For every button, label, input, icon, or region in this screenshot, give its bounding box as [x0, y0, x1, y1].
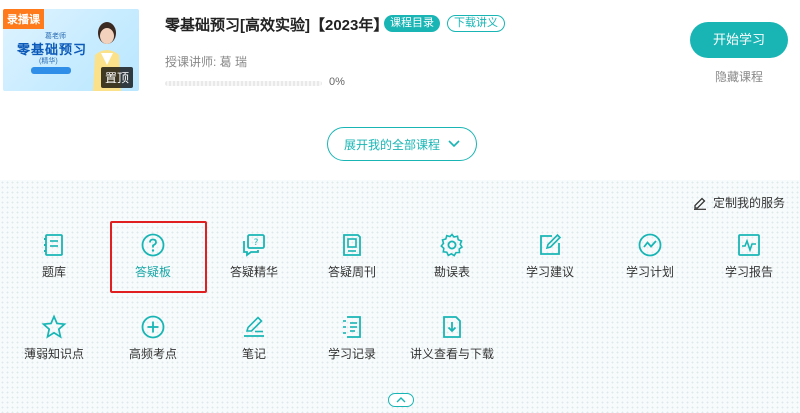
notes-icon [244, 316, 264, 337]
errata-icon [440, 233, 464, 257]
study-advice-icon [540, 233, 562, 255]
thumbnail-ribbon [31, 67, 71, 74]
course-catalog-badge[interactable]: 课程目录 [384, 15, 440, 32]
service-study-advice[interactable]: 学习建议 [500, 232, 600, 280]
course-thumbnail[interactable]: 录播课 葛老师 零基础预习 (精华) 置顶 [3, 9, 139, 91]
study-report-icon [738, 234, 760, 256]
service-handout-download[interactable]: 讲义查看与下载 [402, 314, 502, 362]
service-label: 答疑精华 [229, 265, 278, 279]
teacher-line: 授课讲师: 葛 瑞 [165, 55, 248, 69]
service-study-record[interactable]: 学习记录 [302, 314, 402, 362]
study-plan-icon [638, 233, 662, 257]
expand-all-courses-button[interactable]: 展开我的全部课程 [327, 127, 477, 161]
question-bank-icon [44, 234, 63, 256]
handout-download-icon [443, 316, 461, 338]
chevron-up-icon [396, 397, 406, 403]
service-label: 答疑板 [134, 265, 171, 279]
progress-bar [165, 81, 322, 86]
start-learning-button[interactable]: 开始学习 [690, 22, 788, 58]
chevron-down-icon [448, 140, 460, 148]
service-question-bank[interactable]: 题库 [4, 232, 104, 280]
course-title[interactable]: 零基础预习[高效实验]【2023年】 [165, 14, 388, 35]
weak-points-icon [41, 314, 67, 339]
thumbnail-subtitle: (精华) [39, 58, 58, 65]
pin-label[interactable]: 置顶 [100, 67, 133, 88]
service-study-report[interactable]: 学习报告 [699, 232, 799, 280]
study-record-icon [343, 316, 361, 338]
service-label: 学习建议 [525, 265, 574, 279]
recorded-tag: 录播课 [3, 9, 44, 29]
service-label: 题库 [41, 265, 66, 279]
service-errata[interactable]: 勘误表 [402, 232, 502, 280]
qa-board-icon [141, 233, 165, 257]
service-label: 讲义查看与下载 [409, 347, 494, 361]
service-label: 笔记 [241, 347, 266, 361]
service-label: 学习报告 [724, 265, 773, 279]
service-weak-points[interactable]: 薄弱知识点 [4, 314, 104, 362]
service-label: 学习记录 [327, 347, 376, 361]
service-label: 高频考点 [128, 347, 177, 361]
service-label: 学习计划 [625, 265, 674, 279]
qa-weekly-icon [343, 234, 361, 256]
service-qa-board[interactable]: 答疑板 [103, 232, 203, 280]
expand-label: 展开我的全部课程 [343, 137, 440, 152]
services-panel: 定制我的服务 题库 答疑板 ? 答疑精华 答疑周刊 勘误表 学习建议 学习计划 … [0, 180, 800, 413]
service-label: 勘误表 [433, 265, 470, 279]
service-qa-weekly[interactable]: 答疑周刊 [302, 232, 402, 280]
service-study-plan[interactable]: 学习计划 [600, 232, 700, 280]
high-frequency-icon [141, 315, 165, 339]
svg-text:?: ? [254, 238, 259, 248]
qa-highlights-icon: ? [243, 234, 265, 257]
service-high-frequency[interactable]: 高频考点 [103, 314, 203, 362]
customize-label: 定制我的服务 [713, 196, 786, 210]
service-label: 薄弱知识点 [23, 347, 84, 361]
edit-icon [694, 197, 706, 210]
service-label: 答疑周刊 [327, 265, 376, 279]
course-card: 录播课 葛老师 零基础预习 (精华) 置顶 零基础预习[高效实验]【2023年】… [0, 0, 800, 180]
customize-services-link[interactable]: 定制我的服务 [693, 194, 785, 211]
service-qa-highlights[interactable]: ? 答疑精华 [204, 232, 304, 280]
service-notes[interactable]: 笔记 [204, 314, 304, 362]
hide-course-link[interactable]: 隐藏课程 [690, 68, 788, 85]
collapse-services-button[interactable] [388, 393, 414, 407]
download-handout-badge[interactable]: 下载讲义 [447, 15, 505, 32]
progress-text: 0% [329, 76, 345, 88]
